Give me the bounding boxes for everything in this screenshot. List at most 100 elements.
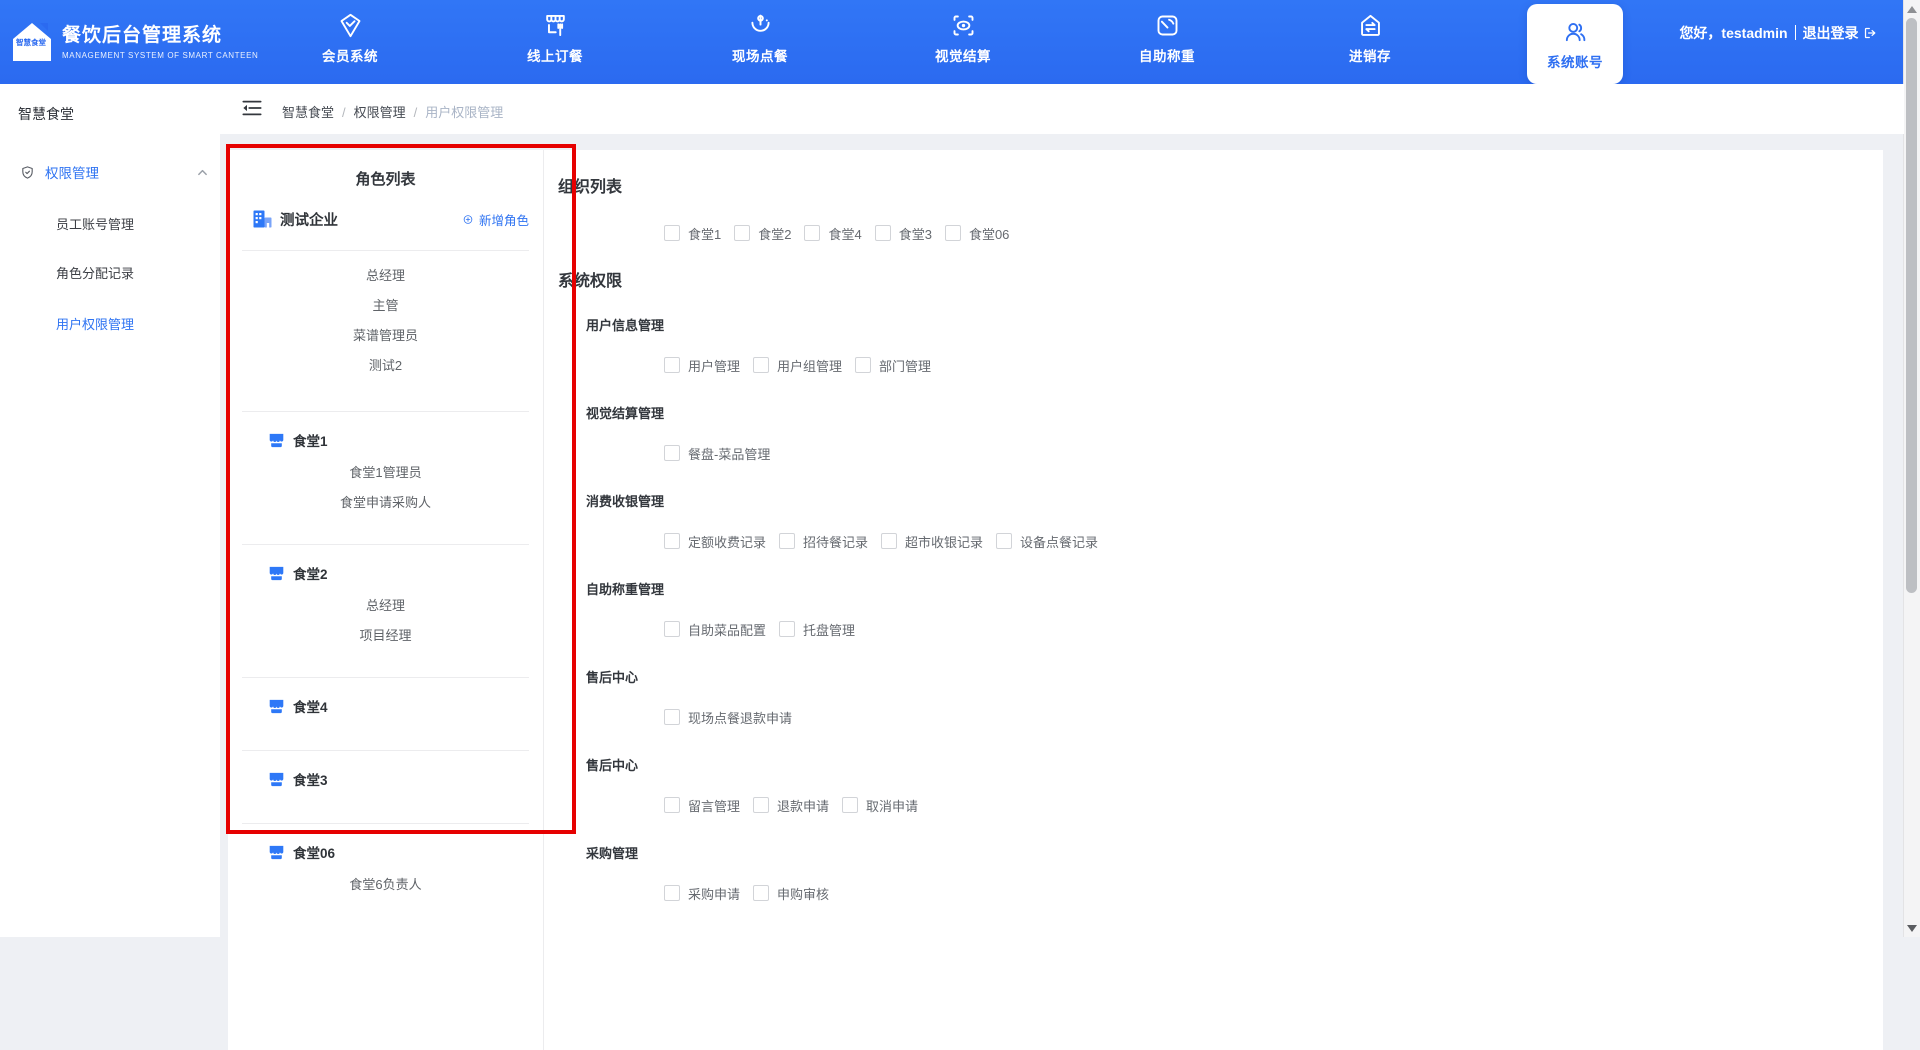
breadcrumb-item[interactable]: 智慧食堂 <box>282 105 334 120</box>
canteen-name: 食堂06 <box>293 846 336 861</box>
checkbox[interactable] <box>664 533 680 549</box>
checkbox-option[interactable]: 退款申请 <box>753 796 829 815</box>
checkbox-option[interactable]: 采购申请 <box>664 884 740 903</box>
role-item[interactable]: 食堂申请采购人 <box>228 488 543 518</box>
role-item[interactable]: 菜谱管理员 <box>228 321 543 351</box>
checkbox-option[interactable]: 用户管理 <box>664 356 740 375</box>
permission-group-name: 消费收银管理 <box>586 494 665 509</box>
checkbox-option[interactable]: 食堂2 <box>734 224 791 243</box>
checkbox[interactable] <box>664 621 680 637</box>
permission-option-row: 用户管理 用户组管理 部门管理 <box>664 356 1883 374</box>
scrollbar-thumb[interactable] <box>1906 18 1917 593</box>
checkbox-option[interactable]: 食堂4 <box>804 224 862 243</box>
checkbox-option[interactable]: 现场点餐退款申请 <box>664 708 792 727</box>
permission-option-row: 现场点餐退款申请 <box>664 708 1883 726</box>
role-item[interactable]: 总经理 <box>228 261 543 291</box>
canteen-group-header: 食堂1 <box>268 430 543 450</box>
sidebar-item-user-permission-management[interactable]: 用户权限管理 <box>56 316 134 334</box>
plus-circle-icon <box>463 213 476 226</box>
org-checkbox-row: 食堂1 食堂2 食堂4 食堂3 食堂06 <box>664 224 1883 242</box>
checkbox-label: 现场点餐退款申请 <box>688 710 793 726</box>
divider <box>242 544 529 545</box>
nav-item-self-weighing[interactable]: 自助称重 <box>1112 10 1222 74</box>
checkbox[interactable] <box>664 225 680 241</box>
nav-item-online-order[interactable]: 线上订餐 <box>500 10 610 74</box>
checkbox-option[interactable]: 自助菜品配置 <box>664 620 766 639</box>
canteen-group-header: 食堂06 <box>268 842 543 862</box>
left-sidebar: 智慧食堂 权限管理 员工账号管理 角色分配记录 用户权限管理 <box>0 84 220 937</box>
sidebar-menu-permission-management[interactable]: 权限管理 <box>20 161 208 183</box>
breadcrumb-item[interactable]: 权限管理 <box>354 105 406 120</box>
company-row: 测试企业 新增角色 <box>252 209 529 230</box>
checkbox[interactable] <box>753 885 770 901</box>
checkbox[interactable] <box>779 533 796 549</box>
divider <box>242 411 529 412</box>
checkbox-label: 取消申请 <box>866 798 919 814</box>
member-system-icon <box>337 10 364 40</box>
logout-button[interactable]: 退出登录 <box>1803 25 1877 41</box>
breadcrumb-item: 用户权限管理 <box>425 105 504 120</box>
permission-group: 视觉结算管理 餐盘-菜品管理 <box>558 406 1883 462</box>
checkbox[interactable] <box>855 357 872 373</box>
checkbox-option[interactable]: 超市收银记录 <box>881 532 983 551</box>
permission-group-name: 售后中心 <box>586 758 639 773</box>
checkbox[interactable] <box>996 533 1013 549</box>
logout-icon <box>1864 27 1875 39</box>
checkbox[interactable] <box>664 445 680 461</box>
checkbox-option[interactable]: 招待餐记录 <box>779 532 868 551</box>
role-item[interactable]: 测试2 <box>228 351 543 381</box>
checkbox[interactable] <box>734 225 751 241</box>
checkbox-option[interactable]: 部门管理 <box>855 356 931 375</box>
checkbox-option[interactable]: 定额收费记录 <box>664 532 766 551</box>
canteen-name: 食堂1 <box>293 434 328 449</box>
checkbox[interactable] <box>664 797 680 813</box>
system-permission-title: 系统权限 <box>558 273 623 290</box>
permission-group-name: 采购管理 <box>586 846 639 861</box>
checkbox-option[interactable]: 食堂3 <box>874 224 932 243</box>
checkbox[interactable] <box>804 225 821 241</box>
role-item[interactable]: 食堂6负责人 <box>228 870 543 900</box>
nav-item-membership[interactable]: 会员系统 <box>295 10 405 74</box>
checkbox[interactable] <box>842 797 859 813</box>
scroll-up-arrow[interactable] <box>1907 6 1917 13</box>
checkbox[interactable] <box>664 709 680 725</box>
checkbox-option[interactable]: 托盘管理 <box>779 620 855 639</box>
checkbox-option[interactable]: 设备点餐记录 <box>996 532 1098 551</box>
nav-item-onsite-order[interactable]: 现场点餐 <box>705 10 815 74</box>
checkbox-option[interactable]: 取消申请 <box>842 796 918 815</box>
nav-item-inventory[interactable]: 进销存 <box>1315 10 1425 74</box>
checkbox[interactable] <box>874 225 891 241</box>
checkbox[interactable] <box>664 885 680 901</box>
nav-item-vision-settlement[interactable]: 视觉结算 <box>908 10 1018 74</box>
checkbox-option[interactable]: 申购审核 <box>753 884 829 903</box>
divider <box>242 750 529 751</box>
sidebar-item-employee-accounts[interactable]: 员工账号管理 <box>56 216 134 234</box>
checkbox[interactable] <box>753 357 770 373</box>
canteen-shop-icon <box>268 565 285 582</box>
sidebar-title: 智慧食堂 <box>18 106 74 122</box>
checkbox-option[interactable]: 食堂06 <box>944 224 1009 243</box>
vertical-scrollbar[interactable] <box>1903 0 1920 937</box>
scroll-down-arrow[interactable] <box>1907 925 1917 932</box>
checkbox-label: 食堂4 <box>828 226 862 242</box>
checkbox-option[interactable]: 食堂1 <box>664 224 721 243</box>
collapse-sidebar-icon[interactable] <box>242 99 262 117</box>
greeting-text: 您好，testadmin <box>1679 25 1788 41</box>
canteen-shop-icon <box>268 698 285 715</box>
checkbox[interactable] <box>664 357 680 373</box>
add-role-button[interactable]: 新增角色 <box>463 210 529 229</box>
role-item[interactable]: 主管 <box>228 291 543 321</box>
checkbox[interactable] <box>944 225 961 241</box>
role-item[interactable]: 项目经理 <box>228 621 543 651</box>
checkbox-option[interactable]: 餐盘-菜品管理 <box>664 444 770 463</box>
checkbox-option[interactable]: 留言管理 <box>664 796 740 815</box>
checkbox[interactable] <box>779 621 796 637</box>
sidebar-item-role-assignment-records[interactable]: 角色分配记录 <box>56 265 134 283</box>
role-item[interactable]: 食堂1管理员 <box>228 458 543 488</box>
checkbox-option[interactable]: 用户组管理 <box>753 356 842 375</box>
role-item[interactable]: 总经理 <box>228 591 543 621</box>
checkbox[interactable] <box>753 797 770 813</box>
checkbox[interactable] <box>881 533 898 549</box>
nav-item-system-account[interactable]: 系统账号 <box>1527 4 1623 84</box>
